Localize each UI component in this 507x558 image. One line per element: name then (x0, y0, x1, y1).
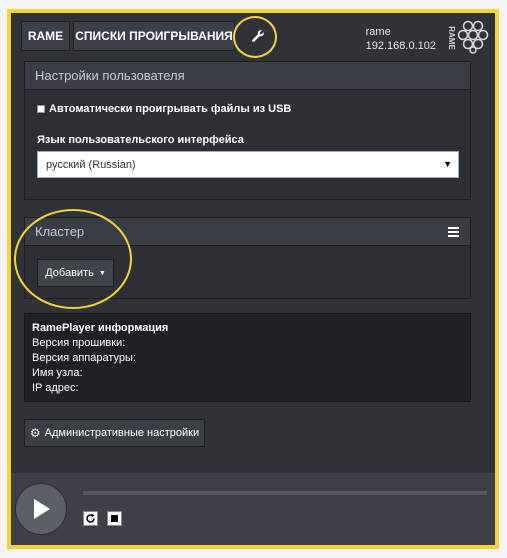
play-icon (34, 499, 50, 519)
tab-settings[interactable] (239, 21, 277, 51)
player-bar (11, 473, 495, 545)
wrench-icon (252, 30, 264, 42)
dropdown-arrow-icon: ▼ (443, 159, 452, 169)
app-frame: RAME СПИСКИ ПРОИГРЫВАНИЯ rame 192.168.0.… (7, 9, 499, 549)
caret-down-icon: ▼ (98, 269, 106, 277)
autoplay-usb-checkbox[interactable] (37, 105, 45, 113)
tab-playlists[interactable]: СПИСКИ ПРОИГРЫВАНИЯ (73, 21, 235, 51)
repeat-icon (86, 513, 95, 523)
user-settings-title: Настройки пользователя (25, 62, 470, 90)
cluster-title: Кластер (35, 224, 85, 239)
stop-button[interactable] (107, 511, 122, 526)
rame-logo-text: RAME (445, 20, 457, 56)
device-name: rame (365, 26, 391, 38)
language-select-value: русский (Russian) (46, 158, 136, 171)
svg-text:RAME: RAME (447, 26, 456, 50)
gear-icon: ⚙ (29, 426, 41, 440)
repeat-button[interactable] (83, 511, 98, 526)
hamburger-menu-icon[interactable] (448, 227, 459, 239)
info-firmware: Версия прошивки: (32, 337, 126, 349)
info-hardware: Версия аппаратуры: (32, 352, 136, 364)
play-button[interactable] (15, 483, 67, 535)
cluster-header: Кластер (25, 218, 470, 246)
autoplay-usb-label: Автоматически проигрывать файлы из USB (49, 103, 292, 115)
stop-icon (111, 515, 118, 522)
player-info-panel: RamePlayer информация Версия прошивки: В… (24, 313, 471, 402)
info-hostname: Имя узла: (32, 367, 83, 379)
top-bar: RAME СПИСКИ ПРОИГРЫВАНИЯ rame 192.168.0.… (15, 17, 491, 61)
info-title: RamePlayer информация (32, 322, 169, 334)
admin-settings-button[interactable]: ⚙ Административные настройки (24, 419, 205, 447)
progress-bar[interactable] (83, 491, 487, 495)
autoplay-usb-row[interactable]: Автоматически проигрывать файлы из USB (37, 103, 291, 115)
device-info: rame 192.168.0.102 (366, 25, 436, 53)
language-select[interactable]: русский (Russian) ▼ (37, 151, 459, 178)
add-cluster-button[interactable]: Добавить ▼ (37, 259, 114, 287)
cluster-panel: Кластер Добавить ▼ (24, 217, 471, 299)
user-settings-panel: Настройки пользователя Автоматически про… (24, 61, 471, 200)
tab-rame[interactable]: RAME (21, 21, 70, 51)
info-ip: IP адрес: (32, 382, 79, 394)
device-ip: 192.168.0.102 (365, 40, 436, 52)
admin-settings-label: Административные настройки (44, 427, 200, 439)
add-cluster-label: Добавить (45, 267, 94, 279)
language-label: Язык пользовательского интерфейса (37, 134, 244, 146)
rame-logo-icon (457, 20, 489, 54)
